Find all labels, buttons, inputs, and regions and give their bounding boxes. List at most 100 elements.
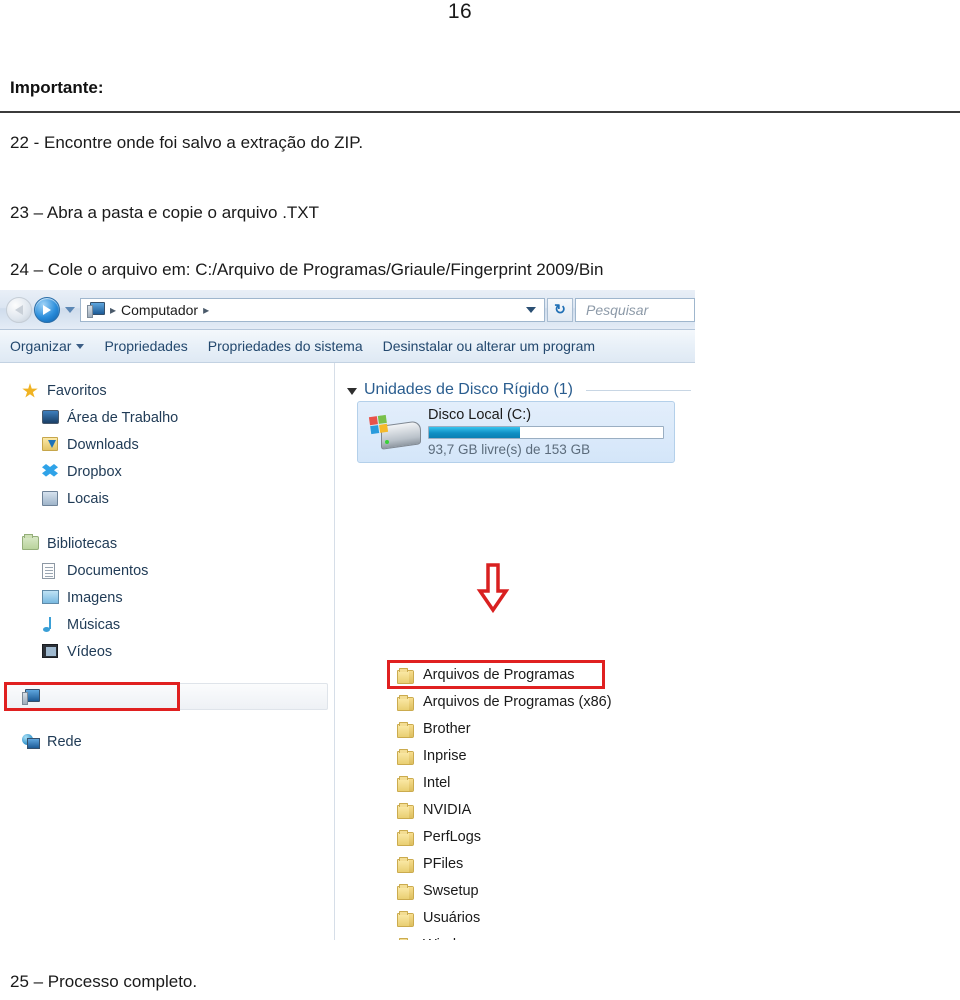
explorer-address-bar: ▸ Computador ▸ ↻ Pesquisar — [0, 290, 695, 330]
drives-group-label: Unidades de Disco Rígido (1) — [364, 381, 573, 398]
command-bar-item[interactable]: Organizar — [0, 334, 94, 358]
folder-icon — [397, 802, 414, 819]
command-bar-item[interactable]: Propriedades do sistema — [198, 334, 373, 358]
address-chevron-down-icon[interactable] — [526, 306, 536, 313]
navigation-buttons — [6, 296, 78, 323]
folder-icon — [397, 829, 414, 846]
folder-row[interactable]: PFiles — [335, 850, 695, 877]
folder-icon — [397, 775, 414, 792]
instruction-line-25: 25 – Processo completo. — [10, 972, 198, 991]
folder-icon — [397, 883, 414, 900]
command-bar-item-label: Propriedades — [104, 338, 188, 354]
command-bar-item[interactable]: Desinstalar ou alterar um program — [373, 334, 605, 358]
file-name-label: Intel — [423, 774, 451, 791]
instruction-line-24: 24 – Cole o arquivo em: C:/Arquivo de Pr… — [10, 260, 604, 279]
drive-capacity-bar-fill — [429, 427, 521, 438]
network-icon — [22, 733, 40, 750]
sidebar-item-rede[interactable]: Rede — [0, 728, 334, 755]
drive-capacity-label: 93,7 GB livre(s) de 153 GB — [428, 442, 591, 457]
sidebar-item-label: Documentos — [67, 562, 149, 579]
explorer-command-bar: Organizar Propriedades Propriedades do sis… — [0, 330, 695, 363]
drives-group-header[interactable]: Unidades de Disco Rígido (1) — [335, 377, 695, 403]
sidebar-item-documentos[interactable]: Documentos — [0, 557, 334, 584]
file-name-label: Arquivos de Programas (x86) — [423, 693, 612, 710]
forward-icon[interactable] — [34, 296, 60, 323]
folder-row[interactable]: Brother — [335, 715, 695, 742]
folder-row[interactable]: Arquivos de Programas (x86) — [335, 688, 695, 715]
refresh-icon[interactable]: ↻ — [547, 297, 573, 322]
sidebar-item-label: Músicas — [67, 616, 121, 633]
back-icon[interactable] — [6, 296, 32, 323]
file-name-label: Brother — [423, 720, 471, 737]
folder-row[interactable]: NVIDIA — [335, 796, 695, 823]
collapse-triangle-icon[interactable] — [347, 388, 357, 395]
sidebar-item-m-sicas[interactable]: Músicas — [0, 611, 334, 638]
sidebar-item-label: Vídeos — [67, 643, 113, 660]
sidebar-item-label: Rede — [47, 733, 82, 750]
command-bar-item-label: Propriedades do sistema — [207, 338, 363, 354]
sidebar-item-computador[interactable]: Computador — [0, 683, 334, 710]
windows-explorer-screenshot: ▸ Computador ▸ ↻ Pesquisar Organizar Prop… — [0, 290, 695, 940]
explorer-content-pane: Unidades de Disco Rígido (1) Disco Local… — [335, 363, 695, 940]
sidebar-item-v-deos[interactable]: Vídeos — [0, 638, 334, 665]
folder-icon — [397, 937, 414, 940]
sidebar-item-downloads[interactable]: Downloads — [0, 431, 334, 458]
search-input[interactable]: Pesquisar — [575, 297, 695, 322]
monitor-icon — [42, 409, 60, 426]
computer-icon — [87, 301, 105, 318]
folder-icon — [397, 856, 414, 873]
breadcrumb-separator-icon-2[interactable]: ▸ — [203, 303, 209, 317]
sidebar-item-highlight — [6, 683, 328, 710]
sidebar-item-label: Área de Trabalho — [67, 409, 179, 426]
sidebar-item-bibliotecas[interactable]: Bibliotecas — [0, 530, 334, 557]
folder-row[interactable]: Windows — [335, 931, 695, 940]
drive-capacity-bar — [428, 426, 664, 439]
folder-row[interactable]: Intel — [335, 769, 695, 796]
folder-icon — [397, 721, 414, 738]
sidebar-item-locais[interactable]: Locais — [0, 485, 334, 512]
folder-row[interactable]: Inprise — [335, 742, 695, 769]
file-name-label: Windows — [423, 937, 482, 941]
explorer-navigation-pane: Favoritos Área de Trabalho Downloads Dropbo… — [0, 363, 335, 940]
command-bar-item[interactable]: Propriedades — [94, 334, 197, 358]
instruction-line-22: 22 - Encontre onde foi salvo a extração … — [10, 133, 364, 152]
sidebar-item-label: Locais — [67, 490, 109, 507]
folder-row[interactable]: Arquivos de Programas — [335, 661, 695, 688]
document-icon — [42, 562, 60, 579]
file-name-label: Swsetup — [423, 882, 479, 899]
places-icon — [42, 490, 60, 507]
dropbox-icon — [42, 463, 60, 480]
sidebar-item-dropbox[interactable]: Dropbox — [0, 458, 334, 485]
address-breadcrumb-field[interactable]: ▸ Computador ▸ — [80, 297, 545, 322]
hard-drive-icon — [368, 410, 422, 454]
file-name-label: NVIDIA — [423, 801, 472, 818]
sidebar-item-label: Favoritos — [47, 382, 107, 399]
sidebar-item-imagens[interactable]: Imagens — [0, 584, 334, 611]
horizontal-divider — [0, 111, 960, 113]
breadcrumb-separator-icon: ▸ — [110, 302, 117, 317]
folder-icon — [397, 910, 414, 927]
breadcrumb-root-label: Computador — [121, 301, 199, 318]
chevron-down-icon[interactable] — [76, 343, 85, 349]
sidebar-item-rea-de-trabalho[interactable]: Área de Trabalho — [0, 404, 334, 431]
drive-info: Disco Local (C:) 93,7 GB livre(s) de 153… — [428, 407, 664, 457]
page-number-value: 16 — [447, 0, 473, 23]
drive-tile-local-disk-c[interactable]: Disco Local (C:) 93,7 GB livre(s) de 153… — [357, 401, 675, 463]
page-number: 16 — [0, 0, 960, 24]
file-list: Arquivos de Programas Arquivos de Program… — [335, 660, 695, 940]
recent-pages-chevron-down-icon[interactable] — [65, 306, 75, 313]
folder-row[interactable]: Swsetup — [335, 877, 695, 904]
folder-row[interactable]: Usuários — [335, 904, 695, 931]
sidebar-item-favoritos[interactable]: Favoritos — [0, 377, 334, 404]
folder-row[interactable]: PerfLogs — [335, 823, 695, 850]
file-name-label: PFiles — [423, 855, 464, 872]
file-name-label: Arquivos de Programas — [423, 666, 575, 683]
folder-icon — [397, 667, 414, 684]
music-icon — [42, 616, 60, 633]
folder-icon — [397, 748, 414, 765]
download-icon — [42, 436, 60, 453]
command-bar-item-label: Desinstalar ou alterar um program — [382, 338, 596, 354]
sidebar-item-label: Imagens — [67, 589, 123, 606]
video-icon — [42, 643, 60, 660]
group-rule — [586, 389, 691, 391]
